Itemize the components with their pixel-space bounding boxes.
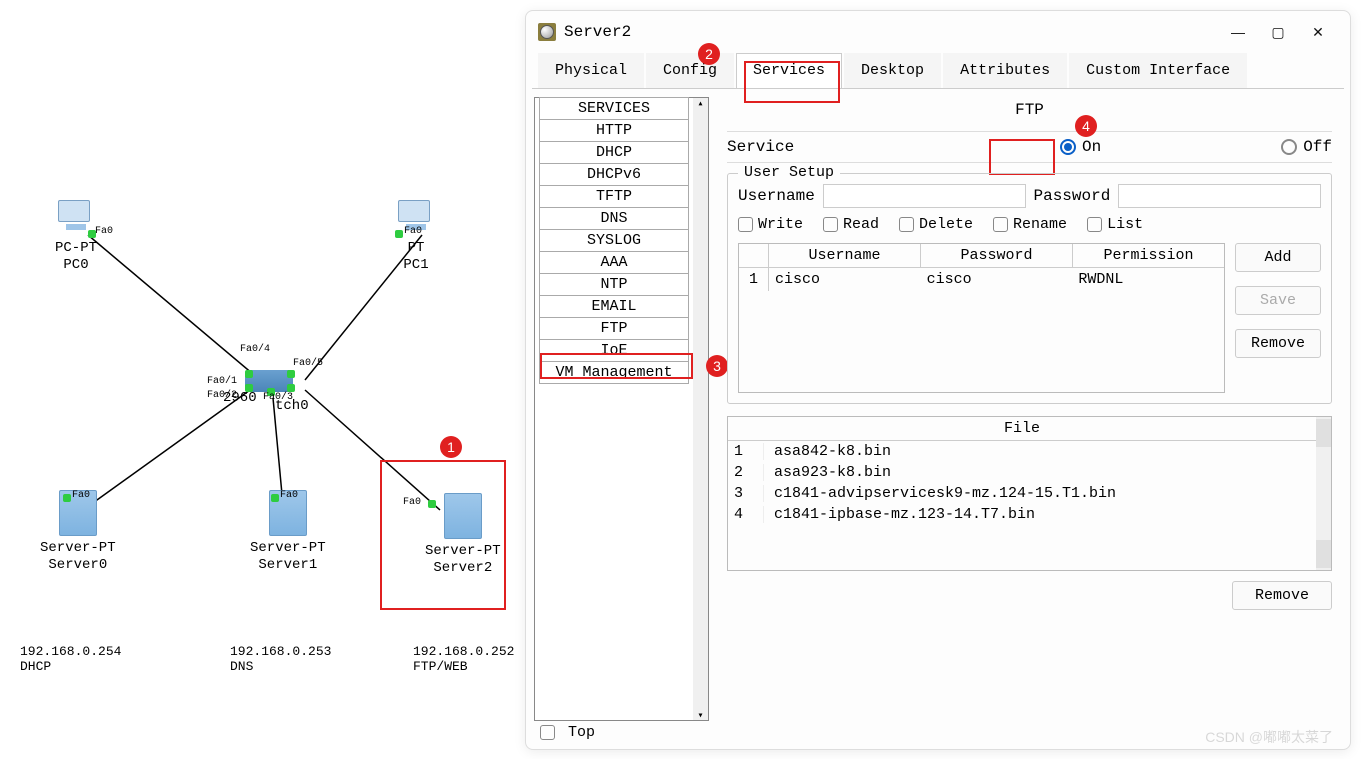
perm-write[interactable]: Write	[738, 216, 803, 233]
radio-on-icon	[1060, 139, 1076, 155]
tab-desktop[interactable]: Desktop	[844, 53, 941, 88]
table-row[interactable]: 1 cisco cisco RWDNL	[739, 268, 1224, 291]
watermark: CSDN @嘟嘟太菜了	[1205, 727, 1333, 747]
file-scrollbar[interactable]	[1316, 417, 1331, 570]
device-server1[interactable]: Fa0 Server-PTServer1	[250, 490, 326, 574]
switch-label: 2960	[223, 390, 257, 407]
top-label: Top	[568, 724, 595, 741]
perm-delete[interactable]: Delete	[899, 216, 973, 233]
close-button[interactable]: ✕	[1298, 17, 1338, 47]
server2-ip: 192.168.0.252FTP/WEB	[413, 644, 514, 674]
svc-ntp[interactable]: NTP	[539, 273, 689, 296]
save-button[interactable]: Save	[1235, 286, 1321, 315]
device-pc0[interactable]: Fa0 PC-PTPC0	[55, 200, 97, 274]
device-switch0[interactable]: Fa0/4 Fa0/5 Fa0/1 Fa0/2 Fa0/3 2960 tch0	[245, 370, 293, 392]
server0-ip: 192.168.0.254DHCP	[20, 644, 121, 674]
svc-tftp[interactable]: TFTP	[539, 185, 689, 208]
services-scrollbar[interactable]: ▴ ▾	[693, 98, 708, 720]
pc0-label: PC-PTPC0	[55, 240, 97, 274]
badge-1: 1	[440, 436, 462, 458]
server2-dialog: Server2 ― ▢ ✕ Physical Config Services D…	[525, 10, 1351, 750]
user-setup-fieldset: User Setup Username Password Write Read …	[727, 173, 1332, 404]
file-header: File	[728, 417, 1316, 441]
ftp-panel: FTP Service On Off 4 User Setup Username	[717, 97, 1342, 721]
tab-config[interactable]: Config	[646, 53, 734, 88]
titlebar: Server2 ― ▢ ✕	[526, 11, 1350, 53]
username-label: Username	[738, 187, 815, 205]
svc-email[interactable]: EMAIL	[539, 295, 689, 318]
radio-on[interactable]: On	[1060, 138, 1101, 156]
file-row[interactable]: 4c1841-ipbase-mz.123-14.T7.bin	[728, 504, 1316, 525]
tab-attributes[interactable]: Attributes	[943, 53, 1067, 88]
user-setup-legend: User Setup	[738, 164, 840, 181]
svc-services[interactable]: SERVICES	[539, 97, 689, 120]
network-topology: Fa0 PC-PTPC0 Fa0 PTPC1 Fa0/4 Fa0/5 Fa0/1…	[0, 0, 520, 759]
tab-custom-interface[interactable]: Custom Interface	[1069, 53, 1247, 88]
add-button[interactable]: Add	[1235, 243, 1321, 272]
server0-label: Server-PTServer0	[40, 540, 116, 574]
tab-physical[interactable]: Physical	[538, 53, 644, 88]
services-list: SERVICES HTTP DHCP DHCPv6 TFTP DNS SYSLO…	[535, 98, 693, 720]
top-checkbox[interactable]	[540, 725, 555, 740]
ftp-title: FTP	[727, 101, 1332, 119]
remove-user-button[interactable]: Remove	[1235, 329, 1321, 358]
device-pc1[interactable]: Fa0 PTPC1	[398, 200, 434, 274]
svc-dhcpv6[interactable]: DHCPv6	[539, 163, 689, 186]
file-table: File 1asa842-k8.bin 2asa923-k8.bin 3c184…	[727, 416, 1332, 571]
remove-file-button[interactable]: Remove	[1232, 581, 1332, 610]
svc-dns[interactable]: DNS	[539, 207, 689, 230]
window-title: Server2	[564, 23, 1218, 41]
svc-ftp[interactable]: FTP	[539, 317, 689, 340]
badge-4: 4	[1075, 115, 1097, 137]
password-label: Password	[1034, 187, 1111, 205]
file-row[interactable]: 1asa842-k8.bin	[728, 441, 1316, 462]
highlight-server2	[380, 460, 506, 610]
user-table: Username Password Permission 1 cisco cis…	[738, 243, 1225, 393]
tab-bar: Physical Config Services Desktop Attribu…	[532, 53, 1344, 89]
radio-off[interactable]: Off	[1281, 138, 1332, 156]
svc-syslog[interactable]: SYSLOG	[539, 229, 689, 252]
radio-off-icon	[1281, 139, 1297, 155]
svc-http[interactable]: HTTP	[539, 119, 689, 142]
magnifier-icon	[538, 23, 556, 41]
perm-rename[interactable]: Rename	[993, 216, 1067, 233]
file-row[interactable]: 2asa923-k8.bin	[728, 462, 1316, 483]
dialog-footer: Top	[540, 724, 595, 741]
server1-ip: 192.168.0.253DNS	[230, 644, 331, 674]
device-server0[interactable]: Fa0 Server-PTServer0	[40, 490, 116, 574]
highlight-on	[989, 139, 1055, 175]
svc-dhcp[interactable]: DHCP	[539, 141, 689, 164]
password-input[interactable]	[1118, 184, 1321, 208]
perm-list[interactable]: List	[1087, 216, 1143, 233]
badge-2: 2	[698, 43, 720, 65]
minimize-button[interactable]: ―	[1218, 17, 1258, 47]
maximize-button[interactable]: ▢	[1258, 17, 1298, 47]
username-input[interactable]	[823, 184, 1026, 208]
svc-aaa[interactable]: AAA	[539, 251, 689, 274]
server1-label: Server-PTServer1	[250, 540, 326, 574]
pc1-label: PTPC1	[398, 240, 434, 274]
highlight-ftp-item	[540, 353, 693, 379]
file-row[interactable]: 3c1841-advipservicesk9-mz.124-15.T1.bin	[728, 483, 1316, 504]
perm-read[interactable]: Read	[823, 216, 879, 233]
